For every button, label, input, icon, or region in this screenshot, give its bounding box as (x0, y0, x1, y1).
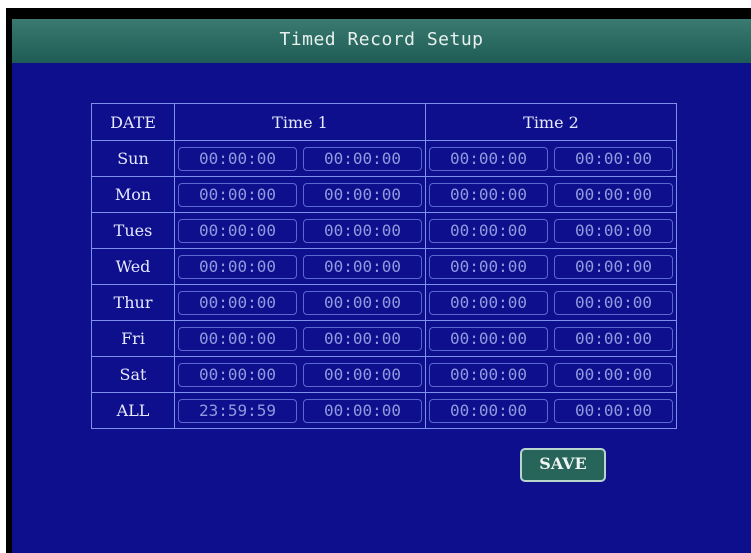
time2-end-field[interactable]: 00:00:00 (554, 146, 673, 171)
time1-start-field[interactable]: 00:00:00 (178, 146, 297, 171)
time2-end-field[interactable]: 00:00:00 (554, 290, 673, 315)
time2-start-field[interactable]: 00:00:00 (429, 254, 548, 279)
time1-end-field[interactable]: 00:00:00 (303, 146, 422, 171)
day-label: Tues (91, 212, 175, 249)
time2-start-field[interactable]: 00:00:00 (429, 218, 548, 243)
time2-end-field[interactable]: 00:00:00 (554, 362, 673, 387)
table-header-row: DATE Time 1 Time 2 (91, 103, 677, 141)
table-row: Fri 00:00:00 00:00:00 00:00:00 00:00:00 (91, 320, 677, 357)
table-row: Thur 00:00:00 00:00:00 00:00:00 00:00:00 (91, 284, 677, 321)
save-button[interactable]: SAVE (520, 448, 606, 482)
title-bar: Timed Record Setup (12, 19, 751, 63)
time1-end-field[interactable]: 00:00:00 (303, 362, 422, 387)
day-label: Fri (91, 320, 175, 357)
table-row: Mon 00:00:00 00:00:00 00:00:00 00:00:00 (91, 176, 677, 213)
day-label: Thur (91, 284, 175, 321)
table-row: Sun 00:00:00 00:00:00 00:00:00 00:00:00 (91, 140, 677, 177)
time1-start-field[interactable]: 23:59:59 (178, 398, 297, 423)
time1-start-field[interactable]: 00:00:00 (178, 182, 297, 207)
time2-start-field[interactable]: 00:00:00 (429, 182, 548, 207)
time2-end-field[interactable]: 00:00:00 (554, 254, 673, 279)
time1-start-field[interactable]: 00:00:00 (178, 254, 297, 279)
day-label: Mon (91, 176, 175, 213)
header-time1: Time 1 (174, 103, 426, 141)
table-row: Wed 00:00:00 00:00:00 00:00:00 00:00:00 (91, 248, 677, 285)
time2-start-field[interactable]: 00:00:00 (429, 362, 548, 387)
time2-end-field[interactable]: 00:00:00 (554, 398, 673, 423)
time1-end-field[interactable]: 00:00:00 (303, 218, 422, 243)
time1-start-field[interactable]: 00:00:00 (178, 362, 297, 387)
header-date: DATE (91, 103, 175, 141)
page-title: Timed Record Setup (279, 29, 484, 50)
time1-end-field[interactable]: 00:00:00 (303, 254, 422, 279)
table-row: Sat 00:00:00 00:00:00 00:00:00 00:00:00 (91, 356, 677, 393)
time2-start-field[interactable]: 00:00:00 (429, 146, 548, 171)
time1-start-field[interactable]: 00:00:00 (178, 290, 297, 315)
header-time2: Time 2 (425, 103, 677, 141)
day-label: Sun (91, 140, 175, 177)
table-row: ALL 23:59:59 00:00:00 00:00:00 00:00:00 (91, 392, 677, 429)
time2-start-field[interactable]: 00:00:00 (429, 326, 548, 351)
time2-start-field[interactable]: 00:00:00 (429, 290, 548, 315)
day-label: Sat (91, 356, 175, 393)
time1-start-field[interactable]: 00:00:00 (178, 326, 297, 351)
schedule-table: DATE Time 1 Time 2 Sun 00:00:00 00:00:00 … (91, 103, 677, 429)
time1-end-field[interactable]: 00:00:00 (303, 290, 422, 315)
table-row: Tues 00:00:00 00:00:00 00:00:00 00:00:00 (91, 212, 677, 249)
time1-start-field[interactable]: 00:00:00 (178, 218, 297, 243)
day-label: ALL (91, 392, 175, 429)
time1-end-field[interactable]: 00:00:00 (303, 326, 422, 351)
time1-end-field[interactable]: 00:00:00 (303, 182, 422, 207)
time2-end-field[interactable]: 00:00:00 (554, 326, 673, 351)
day-label: Wed (91, 248, 175, 285)
time2-start-field[interactable]: 00:00:00 (429, 398, 548, 423)
time1-end-field[interactable]: 00:00:00 (303, 398, 422, 423)
time2-end-field[interactable]: 00:00:00 (554, 218, 673, 243)
time2-end-field[interactable]: 00:00:00 (554, 182, 673, 207)
